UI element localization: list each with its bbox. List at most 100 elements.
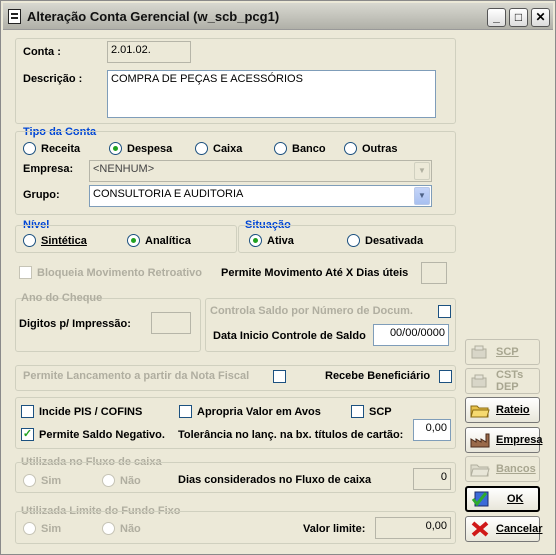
radio-outras[interactable]: Outras — [344, 142, 397, 155]
recebe-beneficiario-checkbox[interactable] — [439, 370, 452, 383]
radio-outras-label: Outras — [362, 142, 398, 155]
radio-banco-label: Banco — [292, 142, 326, 155]
radio-analitica[interactable]: Analítica — [127, 234, 191, 247]
radio-indicator — [102, 522, 115, 535]
radio-sintetica[interactable]: Sintética — [23, 234, 87, 247]
radio-indicator — [195, 142, 208, 155]
radio-ativa[interactable]: Ativa — [249, 234, 294, 247]
fluxo-sim-label: Sim — [41, 474, 62, 487]
bloqueia-movimento-label: Bloqueia Movimento Retroativo — [37, 266, 203, 279]
radio-limite-nao: Não — [102, 522, 141, 535]
checkbox-box — [19, 266, 32, 279]
radio-desativada[interactable]: Desativada — [347, 234, 423, 247]
bloqueia-movimento-checkbox: Bloqueia Movimento Retroativo — [19, 266, 202, 279]
radio-indicator — [102, 474, 115, 487]
bancos-button-label: Bancos — [496, 463, 536, 475]
descricao-field[interactable]: COMPRA DE PEÇAS E ACESSÓRIOS — [107, 70, 436, 118]
factory-icon — [470, 432, 490, 448]
permite-movimento-label: Permite Movimento Até X Dias úteis — [221, 267, 409, 279]
radio-indicator — [249, 234, 262, 247]
radio-despesa[interactable]: Despesa — [109, 142, 172, 155]
dias-fluxo-label: Dias considerados no Fluxo de caixa — [178, 474, 372, 486]
folder-icon — [470, 461, 490, 477]
scp-button: SCP — [465, 339, 540, 365]
permite-lancamento-nf-label: Permite Lancamento a partir da Nota Fisc… — [23, 370, 250, 382]
grupo-select[interactable]: CONSULTORIA E AUDITORIA ▼ — [89, 185, 432, 207]
recebe-beneficiario-label: Recebe Beneficiário — [325, 370, 431, 382]
radio-indicator — [344, 142, 357, 155]
permite-movimento-dias-field[interactable] — [421, 262, 447, 284]
radio-analitica-label: Analítica — [145, 234, 191, 247]
radio-indicator — [109, 142, 122, 155]
controla-saldo-label: Controla Saldo por Número de Docum. — [210, 305, 413, 317]
valor-limite-field[interactable]: 0,00 — [375, 517, 451, 539]
controla-saldo-checkbox[interactable] — [438, 305, 451, 318]
rateio-button-label: Rateio — [496, 404, 530, 416]
scp-checkbox[interactable]: SCP — [351, 405, 392, 418]
permite-saldo-negativo-checkbox[interactable]: ✓ Permite Saldo Negativo. — [21, 428, 165, 441]
radio-indicator — [23, 522, 36, 535]
radio-caixa[interactable]: Caixa — [195, 142, 242, 155]
close-button[interactable]: ✕ — [531, 8, 550, 27]
digitos-field[interactable] — [151, 312, 191, 334]
maximize-button[interactable]: □ — [509, 8, 528, 27]
radio-ativa-label: Ativa — [267, 234, 294, 247]
radio-indicator — [23, 142, 36, 155]
permite-saldo-negativo-label: Permite Saldo Negativo. — [39, 428, 165, 441]
dialog-window: Alteração Conta Gerencial (w_scb_pcg1) _… — [0, 0, 556, 555]
radio-receita-label: Receita — [41, 142, 81, 155]
scp-label: SCP — [369, 405, 392, 418]
empresa-button[interactable]: Empresa — [465, 427, 542, 453]
chevron-down-icon[interactable]: ▼ — [414, 187, 430, 205]
csts-dep-button: CSTs DEP — [465, 368, 540, 394]
ano-cheque-title: Ano do Cheque — [21, 292, 103, 304]
dias-fluxo-field[interactable]: 0 — [413, 468, 451, 490]
radio-banco[interactable]: Banco — [274, 142, 326, 155]
incide-pis-label: Incide PIS / COFINS — [39, 405, 143, 418]
scp-button-label: SCP — [496, 346, 519, 358]
radio-fluxo-sim: Sim — [23, 474, 61, 487]
minimize-button[interactable]: _ — [487, 8, 506, 27]
window-title: Alteração Conta Gerencial (w_scb_pcg1) — [27, 9, 280, 24]
radio-indicator — [347, 234, 360, 247]
data-inicio-field[interactable]: 00/00/0000 — [373, 324, 449, 346]
app-icon — [8, 9, 21, 24]
checkbox-box — [179, 405, 192, 418]
ok-button[interactable]: OK — [465, 486, 540, 512]
data-inicio-label: Data Inicio Controle de Saldo — [213, 330, 366, 342]
tolerancia-label: Tolerância no lanç. na bx. títulos de ca… — [178, 429, 404, 441]
title-bar: Alteração Conta Gerencial (w_scb_pcg1) _… — [3, 3, 553, 30]
limite-nao-label: Não — [120, 522, 141, 535]
descricao-label: Descrição : — [23, 73, 83, 85]
grupo-value: CONSULTORIA E AUDITORIA — [93, 188, 244, 200]
empresa-value: <NENHUM> — [93, 163, 155, 175]
scp-icon — [470, 344, 490, 360]
cancel-x-icon — [470, 521, 490, 537]
limite-sim-label: Sim — [41, 522, 62, 535]
cancelar-button[interactable]: Cancelar — [465, 516, 543, 542]
chevron-down-icon: ▼ — [414, 162, 430, 180]
digitos-label: Digitos p/ Impressão: — [19, 318, 131, 330]
csts-icon — [470, 373, 490, 389]
radio-indicator — [274, 142, 287, 155]
tolerancia-field[interactable]: 0,00 — [413, 419, 451, 441]
radio-caixa-label: Caixa — [213, 142, 243, 155]
apropria-valor-checkbox[interactable]: Apropria Valor em Avos — [179, 405, 321, 418]
rateio-button[interactable]: Rateio — [465, 397, 540, 423]
folder-icon — [470, 402, 490, 418]
radio-receita[interactable]: Receita — [23, 142, 80, 155]
bancos-button: Bancos — [465, 456, 540, 482]
apropria-valor-label: Apropria Valor em Avos — [197, 405, 321, 418]
checkmark-icon: ✓ — [21, 428, 34, 441]
conta-field: 2.01.02. — [107, 41, 191, 63]
radio-despesa-label: Despesa — [127, 142, 173, 155]
radio-sintetica-label: Sintética — [41, 234, 87, 247]
csts-button-label: CSTs DEP — [496, 369, 524, 393]
radio-desativada-label: Desativada — [365, 234, 424, 247]
radio-limite-sim: Sim — [23, 522, 61, 535]
cancelar-button-label: Cancelar — [496, 523, 543, 535]
incide-pis-checkbox[interactable]: Incide PIS / COFINS — [21, 405, 142, 418]
conta-label: Conta : — [23, 46, 61, 58]
checkbox-box — [351, 405, 364, 418]
permite-lancamento-nf-checkbox[interactable] — [273, 370, 286, 383]
